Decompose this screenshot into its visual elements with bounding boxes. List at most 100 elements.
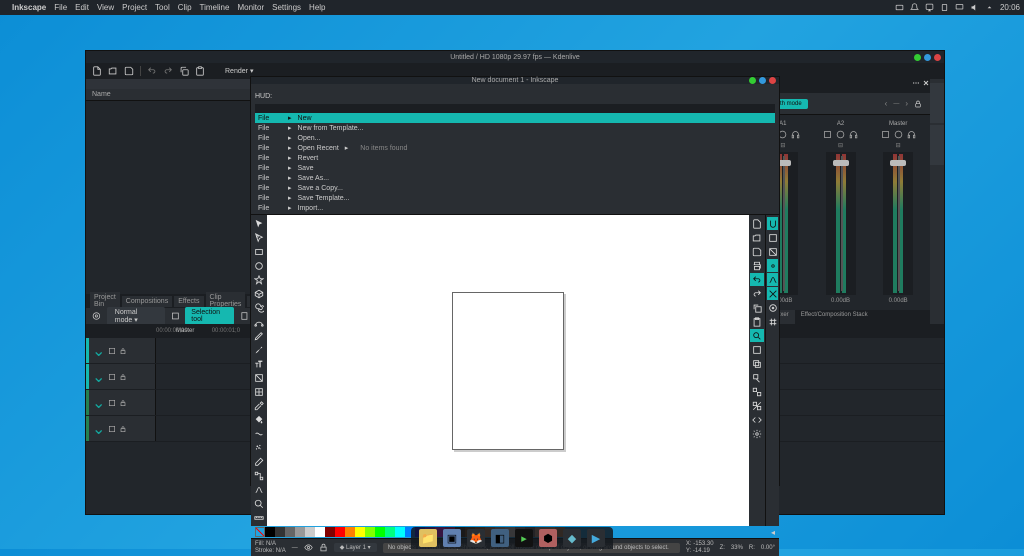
kdenlive-titlebar[interactable]: Untitled / HD 1080p 29.97 fps — Kdenlive xyxy=(86,51,944,63)
canvas[interactable] xyxy=(267,215,749,526)
palette-menu-icon[interactable]: ◂ xyxy=(771,528,775,537)
mute-icon[interactable] xyxy=(108,399,116,407)
tab-effect-stack[interactable]: Effect/Composition Stack xyxy=(795,310,874,324)
network-icon[interactable] xyxy=(925,3,934,12)
dock-app-4[interactable]: ◆ xyxy=(563,529,581,547)
paste-icon[interactable] xyxy=(750,315,764,328)
bin-content[interactable] xyxy=(86,101,255,294)
bezier-tool-icon[interactable] xyxy=(252,315,266,328)
zoom-fit-icon[interactable] xyxy=(750,329,764,342)
clone-icon[interactable] xyxy=(750,371,764,384)
lpe-tool-icon[interactable] xyxy=(252,483,266,496)
selector-tool-icon[interactable] xyxy=(252,217,266,230)
color-swatch[interactable] xyxy=(345,527,355,537)
snap-center-icon[interactable] xyxy=(767,301,778,314)
zoom-tool-icon[interactable] xyxy=(252,497,266,510)
dock-terminal[interactable]: ▸ xyxy=(515,529,533,547)
hud-item[interactable]: File▸New from Template... xyxy=(255,123,775,133)
zoom-page-icon[interactable] xyxy=(750,343,764,356)
close-button[interactable] xyxy=(934,54,941,61)
undo-icon[interactable] xyxy=(750,273,764,286)
menu-tool[interactable]: Tool xyxy=(155,3,170,12)
color-swatch[interactable] xyxy=(395,527,405,537)
menu-file[interactable]: File xyxy=(54,3,67,12)
mesh-tool-icon[interactable] xyxy=(252,385,266,398)
menu-timeline[interactable]: Timeline xyxy=(200,3,230,12)
menu-settings[interactable]: Settings xyxy=(272,3,301,12)
snap-path-icon[interactable] xyxy=(767,273,778,286)
snap-toggle-icon[interactable] xyxy=(767,217,778,230)
hud-item[interactable]: File▸Open... xyxy=(255,133,775,143)
clipboard-icon[interactable] xyxy=(940,3,949,12)
redo-icon[interactable] xyxy=(163,66,173,76)
measure-tool-icon[interactable] xyxy=(252,511,266,524)
gradient-tool-icon[interactable] xyxy=(252,371,266,384)
tweak-tool-icon[interactable] xyxy=(252,427,266,440)
maximize-button[interactable] xyxy=(759,77,766,84)
snap-bbox-icon[interactable] xyxy=(767,231,778,244)
spiral-tool-icon[interactable] xyxy=(252,301,266,314)
tab-effects[interactable]: Effects xyxy=(174,296,203,307)
duplicate-icon[interactable] xyxy=(750,357,764,370)
lock-track-icon[interactable] xyxy=(119,347,127,355)
color-swatch[interactable] xyxy=(385,527,395,537)
connector-tool-icon[interactable] xyxy=(252,469,266,482)
bin-name-header[interactable]: Name xyxy=(86,89,255,101)
solo-icon[interactable] xyxy=(836,130,845,139)
xml-editor-icon[interactable] xyxy=(750,413,764,426)
hud-item[interactable]: File▸Save xyxy=(255,163,775,173)
panel-menu-icon[interactable] xyxy=(912,79,920,87)
more-tools-icon[interactable] xyxy=(240,311,249,321)
text-tool-icon[interactable] xyxy=(252,357,266,370)
prefs-icon[interactable] xyxy=(750,427,764,440)
mute-icon[interactable] xyxy=(108,373,116,381)
spray-tool-icon[interactable] xyxy=(252,441,266,454)
color-swatch[interactable] xyxy=(265,527,275,537)
prop-prev[interactable]: ‹ xyxy=(885,99,888,108)
chevron-up-icon[interactable] xyxy=(985,3,994,12)
hud-item[interactable]: File▸Save Template... xyxy=(255,193,775,203)
star-tool-icon[interactable] xyxy=(252,273,266,286)
dropper-tool-icon[interactable] xyxy=(252,399,266,412)
hud-item[interactable]: File▸Open Recent▸No items found xyxy=(255,143,775,153)
color-swatch[interactable] xyxy=(375,527,385,537)
color-swatch[interactable] xyxy=(305,527,315,537)
color-swatch[interactable] xyxy=(295,527,305,537)
menu-project[interactable]: Project xyxy=(122,3,147,12)
open-icon[interactable] xyxy=(108,66,118,76)
color-swatch[interactable] xyxy=(365,527,375,537)
mute-icon[interactable] xyxy=(881,130,890,139)
menu-help[interactable]: Help xyxy=(309,3,325,12)
tab-compositions[interactable]: Compositions xyxy=(122,296,172,307)
solo-icon[interactable] xyxy=(894,130,903,139)
dock-app-3[interactable]: ⬢ xyxy=(539,529,557,547)
dock-kdenlive[interactable]: ▶ xyxy=(587,529,605,547)
timeline-mode[interactable]: Normal mode ▾ xyxy=(107,307,165,326)
mute-icon[interactable] xyxy=(823,130,832,139)
pencil-tool-icon[interactable] xyxy=(252,329,266,342)
color-swatch[interactable] xyxy=(335,527,345,537)
mixer-fader[interactable] xyxy=(883,152,913,295)
lock-icon[interactable] xyxy=(914,100,922,108)
selection-tool-button[interactable]: Selection tool xyxy=(185,307,234,325)
mute-icon[interactable] xyxy=(108,425,116,433)
minimize-button[interactable] xyxy=(914,54,921,61)
menu-clip[interactable]: Clip xyxy=(178,3,192,12)
lock-track-icon[interactable] xyxy=(119,399,127,407)
dock-app-1[interactable]: ▣ xyxy=(443,529,461,547)
rotation-field[interactable]: 0.00° xyxy=(761,545,775,551)
new-doc-icon[interactable] xyxy=(750,217,764,230)
menu-edit[interactable]: Edit xyxy=(75,3,89,12)
clock[interactable]: 20:06 xyxy=(1000,3,1020,12)
ungroup-icon[interactable] xyxy=(750,399,764,412)
display-icon[interactable] xyxy=(955,3,964,12)
mute-icon[interactable] xyxy=(108,347,116,355)
layer-selector[interactable]: ◆ Layer 1 ▾ xyxy=(334,543,377,552)
side-tab-1[interactable] xyxy=(930,83,944,123)
panel-close-icon[interactable] xyxy=(922,79,930,87)
rect-tool-icon[interactable] xyxy=(252,245,266,258)
maximize-button[interactable] xyxy=(924,54,931,61)
visibility-icon[interactable] xyxy=(304,543,313,552)
ellipse-tool-icon[interactable] xyxy=(252,259,266,272)
node-tool-icon[interactable] xyxy=(252,231,266,244)
